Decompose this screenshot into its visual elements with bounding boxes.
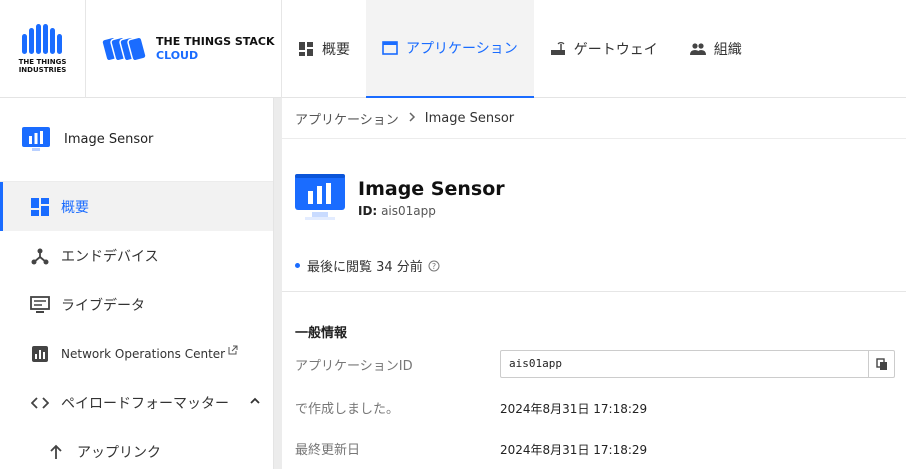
updated-label: 最終更新日 — [295, 443, 361, 458]
nav-gateways-label: ゲートウェイ — [573, 42, 658, 58]
breadcrumb-applications[interactable]: アプリケーション — [295, 109, 399, 128]
app-id-field-value[interactable]: ais01app — [501, 351, 868, 377]
code-icon — [30, 393, 50, 413]
main-nav: 概要 アプリケーション ゲートウェイ 組織 — [282, 0, 758, 98]
sidebar-item-end-devices-label: エンドデバイス — [61, 248, 159, 265]
app-id-field[interactable]: ais01app — [500, 350, 895, 378]
sidebar-item-live-data-label: ライブデータ — [61, 297, 145, 314]
chevron-up-icon[interactable] — [249, 394, 261, 410]
app-id-line: ID: ais01app — [358, 204, 505, 218]
svg-text:?: ? — [432, 262, 436, 271]
sidebar-scrollbar[interactable] — [274, 98, 282, 469]
sidebar-item-payload-formatters[interactable]: ペイロードフォーマッター — [0, 378, 273, 427]
created-label: で作成しました。 — [295, 402, 400, 417]
nav-gateways[interactable]: ゲートウェイ — [534, 0, 674, 98]
sidebar-item-noc-label: Network Operations Center — [61, 346, 226, 361]
page-header: Image Sensor ID: ais01app — [295, 174, 505, 222]
main-content: アプリケーション Image Sensor Image Sensor ID: a… — [282, 98, 906, 469]
chevron-right-icon — [408, 111, 416, 126]
tti-line1: THE THINGS — [18, 58, 67, 66]
updated-value: 2024年8月31日 17:18:29 — [500, 443, 648, 457]
nav-overview[interactable]: 概要 — [282, 0, 366, 98]
tti-line2: INDUSTRIES — [18, 66, 67, 74]
bar-chart-icon — [30, 344, 50, 364]
page-title: Image Sensor — [358, 178, 505, 200]
device-hub-icon — [30, 246, 50, 266]
sidebar-item-noc[interactable]: Network Operations Center — [0, 329, 273, 378]
sidebar-item-end-devices[interactable]: エンドデバイス — [0, 231, 273, 280]
copy-button[interactable] — [868, 351, 894, 377]
sidebar-item-overview[interactable]: 概要 — [0, 182, 273, 231]
nav-applications[interactable]: アプリケーション — [366, 0, 534, 98]
app-monitor-icon — [295, 174, 345, 220]
sidebar-app-name: Image Sensor — [64, 132, 154, 147]
application-icon — [382, 40, 398, 56]
breadcrumb-current: Image Sensor — [424, 110, 515, 126]
sidebar-item-uplink-label: アップリンク — [77, 444, 161, 461]
group-icon — [689, 41, 706, 57]
stack-logo[interactable]: THE THINGS STACK CLOUD — [86, 0, 282, 98]
stack-line1: THE THINGS STACK — [156, 35, 275, 48]
dashboard-icon — [298, 41, 314, 57]
tti-logo-icon — [21, 24, 62, 54]
created-value: 2024年8月31日 17:18:29 — [500, 402, 648, 416]
sidebar-item-payload-formatters-label: ペイロードフォーマッター — [61, 395, 229, 412]
gateway-icon — [550, 41, 566, 57]
tti-logo[interactable]: THE THINGS INDUSTRIES — [0, 0, 86, 98]
nav-applications-label: アプリケーション — [406, 41, 518, 57]
copy-icon — [875, 357, 887, 370]
stack-line2: CLOUD — [156, 49, 199, 62]
general-info-title: 一般情報 — [295, 326, 348, 341]
sidebar-app-header[interactable]: Image Sensor — [0, 98, 273, 182]
dashboard-icon — [30, 197, 50, 217]
sidebar: Image Sensor 概要 エンドデバイス ライブデータ Network O… — [0, 98, 274, 469]
app-id-value: ais01app — [381, 204, 436, 218]
arrow-up-icon — [46, 442, 66, 462]
app-id-label: ID: — [358, 204, 378, 218]
stack-logo-icon — [102, 36, 146, 62]
divider — [282, 291, 906, 292]
nav-overview-label: 概要 — [322, 42, 350, 58]
nav-organizations[interactable]: 組織 — [674, 0, 758, 98]
top-navigation-bar: THE THINGS INDUSTRIES THE THINGS STACK C… — [0, 0, 906, 98]
breadcrumb: アプリケーション Image Sensor — [282, 98, 906, 139]
app-monitor-icon — [22, 126, 50, 151]
external-link-icon — [228, 344, 238, 358]
sidebar-item-overview-label: 概要 — [61, 199, 89, 216]
last-seen-text: 最後に閲覧 34 分前 — [307, 260, 423, 275]
app-id-field-label: アプリケーションID — [295, 359, 413, 374]
status-dot-icon — [295, 263, 300, 268]
live-data-icon — [30, 295, 50, 315]
tti-logo-text: THE THINGS INDUSTRIES — [19, 58, 67, 74]
sidebar-item-live-data[interactable]: ライブデータ — [0, 280, 273, 329]
help-icon[interactable]: ? — [428, 260, 440, 272]
stack-logo-text: THE THINGS STACK CLOUD — [156, 35, 275, 63]
nav-organizations-label: 組織 — [713, 42, 742, 58]
last-seen-status: 最後に閲覧 34 分前 ? — [295, 256, 440, 275]
